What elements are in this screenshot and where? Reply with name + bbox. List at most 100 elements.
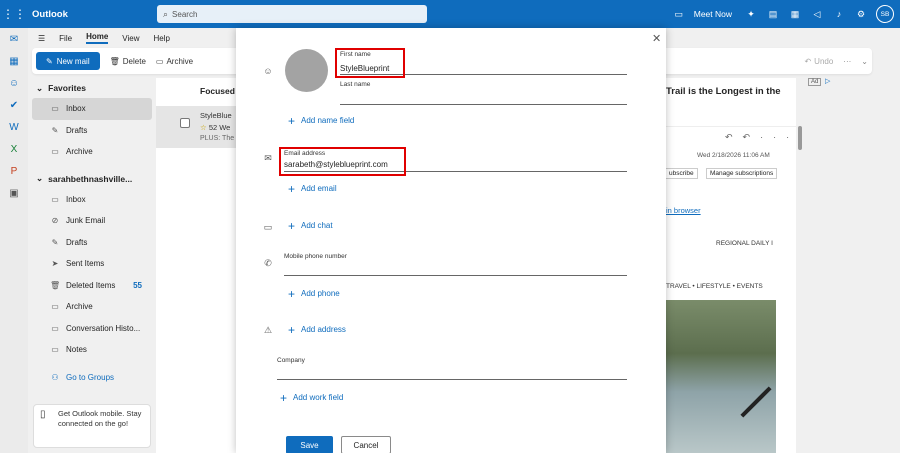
megaphone-icon[interactable]: ◁ — [806, 9, 828, 20]
chevron-down-icon[interactable]: ⌄ — [861, 57, 868, 66]
favorites-header[interactable]: ⌄ Favorites — [28, 78, 156, 98]
message-list: Focused StyleBlue ☆ 52 We PLUS: The — [156, 78, 236, 453]
add-chat-button[interactable]: + Add chat — [288, 220, 333, 232]
ad-badge: Ad — [808, 78, 822, 86]
notes-icon[interactable]: ▤ — [762, 9, 784, 20]
chevron-down-icon: ⌄ — [36, 173, 44, 183]
drafts-icon: ✎ — [51, 125, 59, 135]
folder-item[interactable]: ➤ Sent Items — [28, 253, 156, 275]
teams-icon[interactable]: ✦ — [740, 9, 762, 20]
new-mail-button[interactable]: ✎ New mail — [36, 52, 100, 70]
mail-icon[interactable]: ✉ — [0, 28, 28, 50]
ad-options-icon[interactable]: ▷ — [825, 77, 830, 85]
select-checkbox[interactable] — [180, 118, 190, 128]
close-icon[interactable]: ✕ — [652, 32, 661, 45]
save-button[interactable]: Save — [286, 436, 333, 453]
folder-pane: ⌄ Favorites ▭ Inbox ✎ Drafts ▭ Archive ⌄… — [28, 78, 156, 453]
calendar-icon[interactable]: ▦ — [0, 50, 28, 72]
app-launcher-icon[interactable]: ⋮⋮ — [0, 0, 28, 28]
people-icon[interactable]: ☺ — [0, 72, 28, 94]
folder-item[interactable]: ▭ Archive — [28, 296, 156, 318]
archive-label: Archive — [166, 56, 194, 66]
new-mail-label: New mail — [56, 56, 90, 66]
app-rail: ✉ ▦ ☺ ✔ W X P ▣ — [0, 28, 28, 453]
tab-view[interactable]: View — [122, 34, 139, 43]
calendar-icon[interactable]: ▦ — [784, 9, 806, 20]
chevron-down-icon: ⌄ — [36, 82, 44, 93]
folder-item[interactable]: ▭ Inbox — [28, 189, 156, 211]
plus-icon: + — [288, 286, 296, 301]
tab-help[interactable]: Help — [154, 34, 170, 43]
folder-label: Sent Items — [66, 259, 105, 269]
folder-item[interactable]: ▭ Archive — [28, 141, 156, 163]
plus-icon: + — [280, 390, 288, 405]
powerpoint-icon[interactable]: P — [0, 160, 28, 182]
folder-item[interactable]: 🗑 Deleted Items 55 — [28, 275, 156, 297]
gear-icon[interactable]: ⚙ — [850, 9, 872, 20]
menu-toggle-icon[interactable]: ☰ — [38, 34, 45, 43]
bell-icon[interactable]: ♪ — [828, 9, 850, 19]
add-contact-dialog: ✕ ☺ First name StyleBlueprint Last name … — [236, 28, 666, 453]
account-header[interactable]: ⌄ sarahbethnashville... — [28, 169, 156, 189]
top-bar: ⋮⋮ Outlook ⌕ Search ▭ Meet Now ✦ ▤ ▦ ◁ ♪… — [0, 0, 900, 28]
junk-icon: ⊘ — [51, 216, 59, 226]
add-phone-label: Add phone — [301, 289, 340, 298]
add-address-button[interactable]: + Add address — [288, 324, 346, 336]
contact-photo[interactable] — [285, 49, 328, 92]
view-in-browser-link[interactable]: in browser — [666, 206, 701, 215]
avatar[interactable]: SB — [876, 5, 894, 23]
go-to-groups-link[interactable]: ⚇ Go to Groups — [28, 367, 156, 389]
manage-subscriptions-button[interactable]: Manage subscriptions — [706, 168, 778, 179]
app-title[interactable]: Outlook — [32, 9, 157, 20]
reply-icon[interactable]: ↶ — [725, 132, 743, 142]
folder-item[interactable]: ✎ Drafts — [28, 232, 156, 254]
delete-label: Delete — [122, 56, 146, 66]
undo-icon: ↶ — [804, 56, 812, 66]
trash-icon: 🗑 — [50, 280, 61, 290]
undo-label: Undo — [814, 56, 834, 66]
tab-home[interactable]: Home — [86, 32, 109, 44]
add-work-field-button[interactable]: + Add work field — [280, 390, 344, 405]
cancel-button[interactable]: Cancel — [341, 436, 391, 453]
phone-icon: ✆ — [264, 258, 272, 268]
add-name-field-button[interactable]: + Add name field — [288, 115, 355, 127]
add-phone-button[interactable]: + Add phone — [288, 286, 340, 301]
tab-focused[interactable]: Focused — [156, 78, 236, 106]
meet-now-button[interactable]: Meet Now — [694, 9, 732, 19]
todo-icon[interactable]: ✔ — [0, 94, 28, 116]
chat-icon: ▭ — [263, 222, 273, 232]
company-field[interactable] — [277, 379, 627, 380]
mobile-phone-field[interactable] — [284, 275, 627, 276]
favorites-label: Favorites — [48, 83, 86, 93]
folder-item[interactable]: ✎ Drafts — [28, 120, 156, 142]
reply-all-icon[interactable]: ↶ — [743, 132, 761, 142]
add-work-field-label: Add work field — [293, 393, 344, 402]
folder-item[interactable]: ▭ Conversation Histo... — [28, 318, 156, 340]
folder-item[interactable]: ⊘ Junk Email — [28, 210, 156, 232]
tab-file[interactable]: File — [59, 34, 72, 43]
archive-button[interactable]: ▭ Archive — [156, 57, 193, 66]
more-options-icon[interactable]: ··· — [760, 132, 799, 142]
list-item[interactable]: StyleBlue ☆ 52 We PLUS: The — [156, 106, 236, 148]
excel-icon[interactable]: X — [0, 138, 28, 160]
undo-button[interactable]: ↶ Undo — [804, 57, 833, 66]
more-options-icon[interactable]: ··· — [843, 57, 851, 66]
scrollbar[interactable] — [798, 126, 802, 150]
delete-button[interactable]: 🗑 Delete — [110, 57, 146, 66]
word-icon[interactable]: W — [0, 116, 28, 138]
folder-label: Junk Email — [66, 216, 106, 226]
mobile-promo[interactable]: ▯ Get Outlook mobile. Stay connected on … — [33, 404, 151, 448]
add-email-button[interactable]: + Add email — [288, 183, 337, 195]
apps-icon[interactable]: ▣ — [0, 182, 28, 204]
add-email-label: Add email — [301, 184, 337, 193]
folder-item[interactable]: ▭ Notes — [28, 339, 156, 361]
ad-title[interactable]: Trail is the Longest in the — [666, 86, 796, 98]
add-name-field-label: Add name field — [301, 116, 355, 125]
message-subject: ☆ 52 We — [200, 123, 230, 132]
folder-item[interactable]: ▭ Inbox — [32, 98, 152, 120]
unsubscribe-button[interactable]: ubscribe — [666, 168, 698, 179]
video-icon[interactable]: ▭ — [668, 9, 690, 20]
trash-icon: 🗑 — [109, 56, 120, 66]
search-input[interactable]: ⌕ Search — [157, 5, 427, 23]
kayak-paddle — [740, 386, 772, 418]
